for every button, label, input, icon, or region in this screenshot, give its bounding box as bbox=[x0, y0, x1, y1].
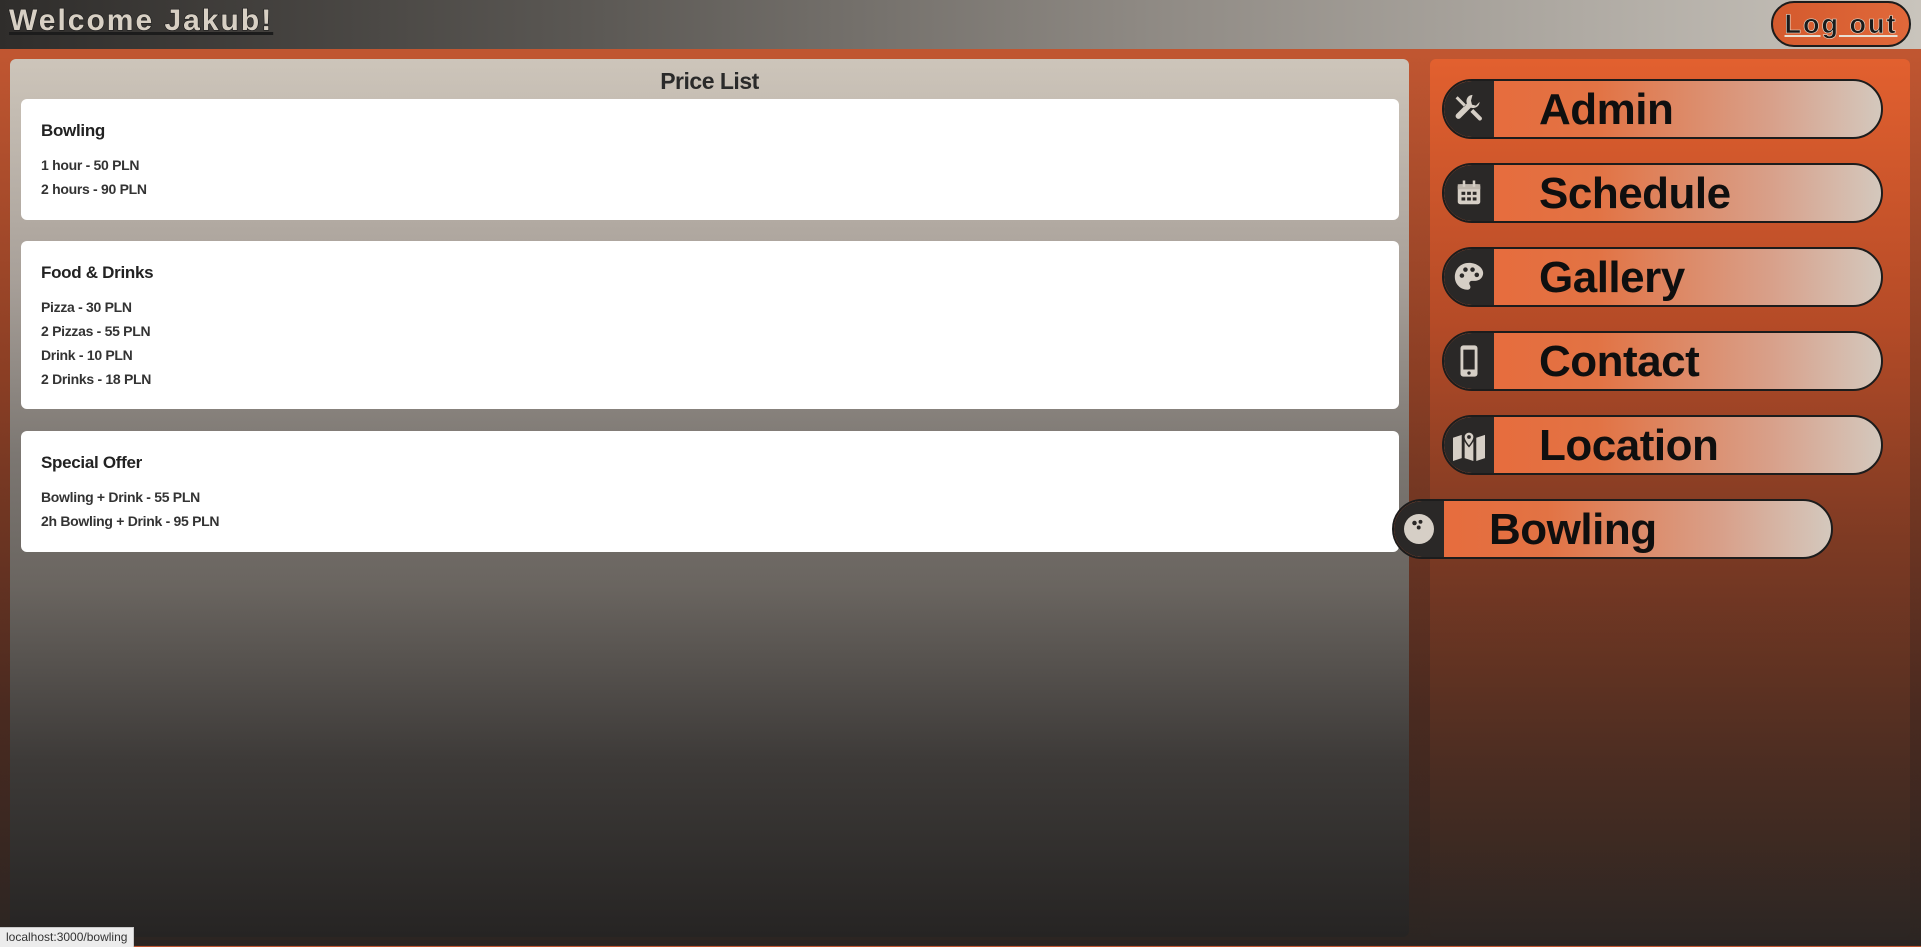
nav-schedule-button[interactable]: Schedule bbox=[1442, 163, 1883, 223]
card-title: Special Offer bbox=[41, 453, 142, 472]
nav-label: Schedule bbox=[1539, 169, 1731, 218]
palette-icon bbox=[1444, 249, 1494, 305]
nav-location-button[interactable]: Location bbox=[1442, 415, 1883, 475]
price-card-food-drinks: Food & Drinks Pizza - 30 PLN 2 Pizzas - … bbox=[21, 241, 1399, 409]
nav-label: Location bbox=[1539, 421, 1719, 470]
price-card-special-offer: Special Offer Bowling + Drink - 55 PLN 2… bbox=[21, 431, 1399, 552]
nav-label: Gallery bbox=[1539, 253, 1685, 302]
logout-button[interactable]: Log out bbox=[1771, 1, 1911, 47]
price-item: Drink - 10 PLN bbox=[41, 347, 133, 363]
page-title: Price List bbox=[660, 68, 759, 94]
top-bar: Welcome Jakub! Log out bbox=[0, 0, 1921, 49]
nav-contact-button[interactable]: Contact bbox=[1442, 331, 1883, 391]
price-item: 2 hours - 90 PLN bbox=[41, 181, 147, 197]
nav-label: Bowling bbox=[1489, 505, 1657, 554]
nav-admin-button[interactable]: Admin bbox=[1442, 79, 1883, 139]
welcome-text: Welcome Jakub! bbox=[8, 3, 274, 37]
bowling-ball-icon bbox=[1394, 501, 1444, 557]
card-title: Bowling bbox=[41, 121, 105, 140]
price-item: Pizza - 30 PLN bbox=[41, 299, 132, 315]
card-title: Food & Drinks bbox=[41, 263, 154, 282]
phone-icon bbox=[1444, 333, 1494, 389]
price-list-panel: Price List Bowling 1 hour - 50 PLN 2 hou… bbox=[10, 59, 1409, 937]
nav-gallery-button[interactable]: Gallery bbox=[1442, 247, 1883, 307]
nav-label: Contact bbox=[1539, 337, 1700, 386]
tools-icon bbox=[1444, 81, 1494, 137]
price-item: 2 Drinks - 18 PLN bbox=[41, 371, 152, 387]
price-item: 2h Bowling + Drink - 95 PLN bbox=[41, 513, 220, 529]
price-item: Bowling + Drink - 55 PLN bbox=[41, 489, 200, 505]
map-icon bbox=[1444, 417, 1494, 473]
calendar-icon bbox=[1444, 165, 1494, 221]
nav-bowling-button[interactable]: Bowling bbox=[1392, 499, 1833, 559]
price-card-bowling: Bowling 1 hour - 50 PLN 2 hours - 90 PLN bbox=[21, 99, 1399, 220]
status-bar-url: localhost:3000/bowling bbox=[0, 927, 135, 947]
price-item: 1 hour - 50 PLN bbox=[41, 157, 140, 173]
price-item: 2 Pizzas - 55 PLN bbox=[41, 323, 151, 339]
nav-label: Admin bbox=[1539, 85, 1674, 134]
